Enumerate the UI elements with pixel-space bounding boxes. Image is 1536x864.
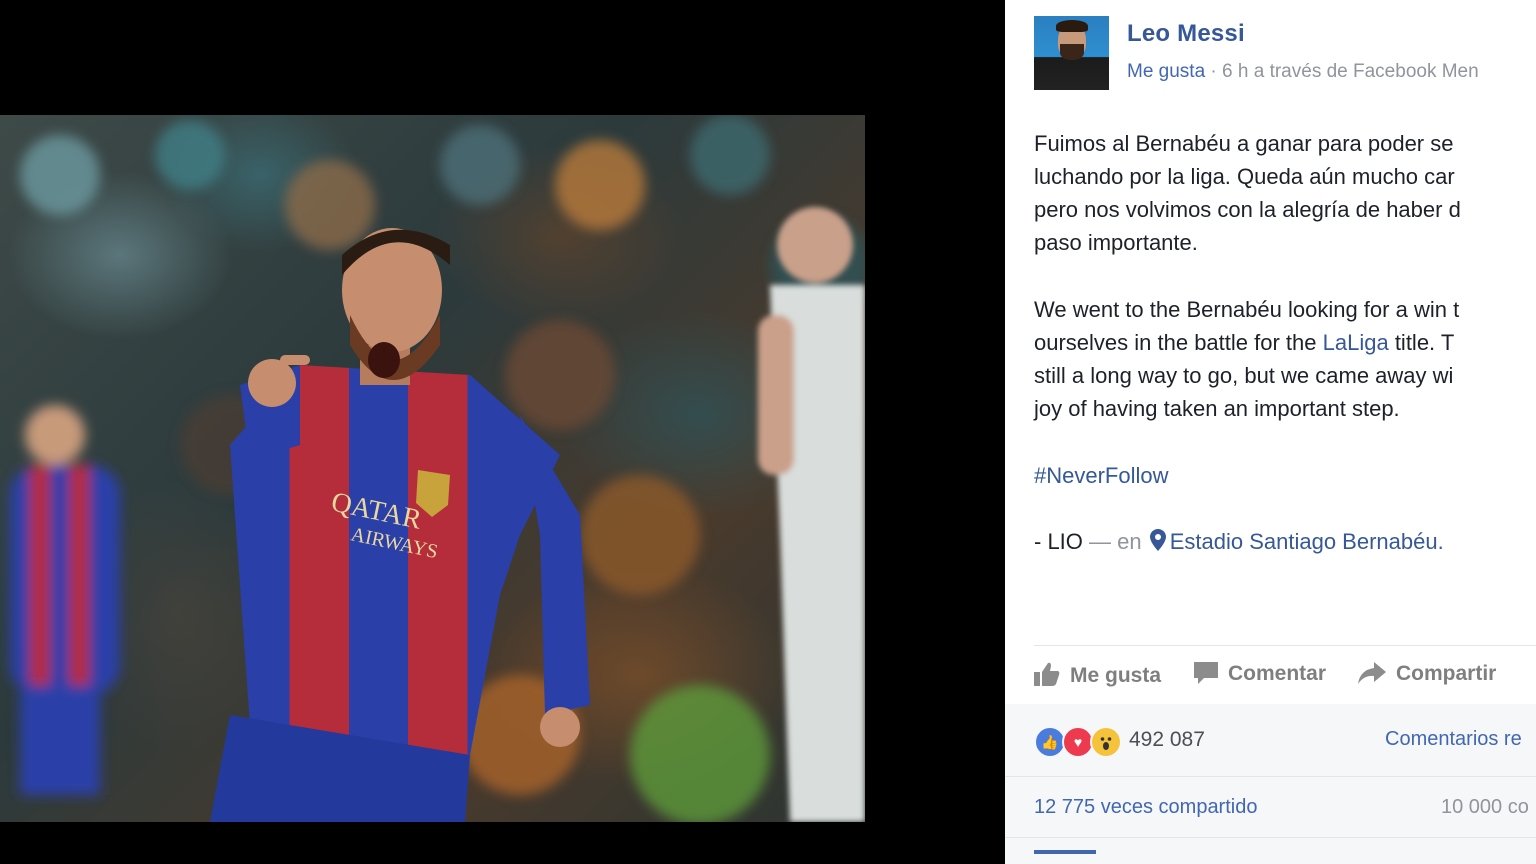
like-button[interactable]: Me gusta bbox=[1034, 662, 1161, 688]
photo-illustration: QATAR AIRWAYS bbox=[10, 115, 865, 822]
like-label: Me gusta bbox=[1070, 664, 1162, 687]
share-label: Compartir bbox=[1396, 662, 1497, 685]
location-link[interactable]: Estadio Santiago Bernabéu. bbox=[1170, 529, 1444, 554]
comment-button[interactable]: Comentar bbox=[1194, 662, 1326, 686]
signature: - LIO bbox=[1034, 529, 1083, 554]
text-line: paso importante. bbox=[1034, 230, 1198, 255]
reactions-summary: 👍 ♥ 492 087 Comentarios re bbox=[1005, 704, 1536, 777]
thumbs-up-icon bbox=[1034, 662, 1060, 686]
text-line: We went to the Bernabéu looking for a wi… bbox=[1034, 297, 1460, 322]
signature-line: - LIO — en Estadio Santiago Bernabéu. bbox=[1034, 525, 1536, 560]
reaction-count[interactable]: 492 087 bbox=[1129, 728, 1205, 752]
post-panel: Leo Messi Me gusta · 6 h a través de Fac… bbox=[1005, 0, 1536, 864]
divider bbox=[1034, 850, 1096, 854]
post-text-english: We went to the Bernabéu looking for a wi… bbox=[1034, 293, 1536, 425]
text-fragment: title. T bbox=[1388, 330, 1455, 355]
post-text-spanish: Fuimos al Bernabéu a ganar para poder se… bbox=[1034, 127, 1536, 259]
hashtag-line: #NeverFollow bbox=[1034, 459, 1536, 492]
text-line: joy of having taken an important step. bbox=[1034, 396, 1400, 421]
like-page-link[interactable]: Me gusta bbox=[1127, 61, 1205, 82]
post-timestamp: · 6 h a través de Facebook Men bbox=[1205, 61, 1479, 82]
shares-count-link[interactable]: 12 775 veces compartido bbox=[1034, 796, 1257, 819]
text-fragment: ourselves in the battle for the bbox=[1034, 330, 1323, 355]
text-line: Fuimos al Bernabéu a ganar para poder se bbox=[1034, 131, 1454, 156]
post-photo[interactable]: QATAR AIRWAYS bbox=[0, 115, 865, 822]
location-pin-icon bbox=[1149, 527, 1166, 560]
comments-order-link[interactable]: Comentarios re bbox=[1385, 728, 1522, 751]
comment-label: Comentar bbox=[1228, 662, 1327, 685]
hashtag-link[interactable]: #NeverFollow bbox=[1034, 463, 1169, 488]
comments-section-edge bbox=[1005, 838, 1536, 864]
location-connector: — en bbox=[1082, 529, 1148, 554]
comment-icon bbox=[1194, 662, 1218, 684]
share-button[interactable]: Compartir bbox=[1358, 662, 1496, 686]
post-meta: Me gusta · 6 h a través de Facebook Men bbox=[1127, 61, 1479, 83]
wow-icon bbox=[1090, 726, 1122, 758]
comments-count[interactable]: 10 000 co bbox=[1441, 796, 1529, 819]
text-line: still a long way to go, but we came away… bbox=[1034, 363, 1454, 388]
text-line: ourselves in the battle for the LaLiga t… bbox=[1034, 326, 1536, 359]
laliga-link[interactable]: LaLiga bbox=[1323, 330, 1389, 355]
author-avatar[interactable] bbox=[1034, 16, 1109, 90]
shares-summary: 12 775 veces compartido 10 000 co bbox=[1005, 777, 1536, 838]
author-name[interactable]: Leo Messi bbox=[1127, 20, 1245, 48]
action-bar: Me gusta Comentar Compartir bbox=[1034, 645, 1536, 705]
share-icon bbox=[1358, 662, 1386, 684]
text-line: pero nos volvimos con la alegría de habe… bbox=[1034, 197, 1461, 222]
photo-viewer: QATAR AIRWAYS bbox=[0, 0, 1005, 864]
text-line: luchando por la liga. Queda aún mucho ca… bbox=[1034, 164, 1455, 189]
